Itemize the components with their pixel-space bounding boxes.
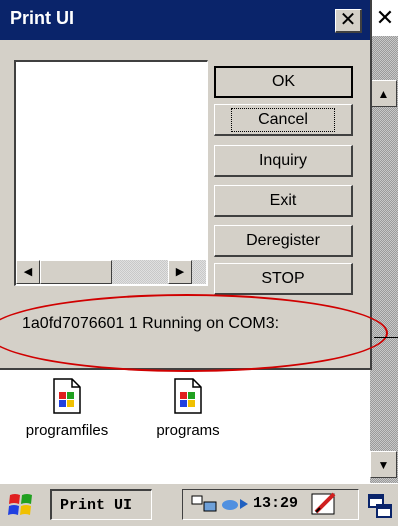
pen-input-icon[interactable]	[310, 490, 338, 518]
desktop-icon-programs[interactable]: programs	[133, 378, 243, 439]
connection-arrow-icon[interactable]	[220, 494, 250, 514]
output-listbox[interactable]	[14, 60, 208, 286]
inquiry-button[interactable]: Inquiry	[214, 145, 353, 177]
windows-flag-icon	[8, 494, 32, 515]
dialog-title: Print UI	[10, 8, 75, 28]
network-icon[interactable]	[190, 494, 218, 514]
title-bar[interactable]: Print UI ✕	[0, 0, 370, 40]
scroll-thumb[interactable]	[40, 260, 112, 284]
deregister-button-label: Deregister	[246, 231, 320, 249]
scroll-up-icon: ▲	[377, 86, 390, 101]
scroll-left-button[interactable]: ◀	[16, 260, 40, 284]
program-file-icon	[52, 378, 82, 414]
taskbar-task-print-ui[interactable]: Print UI	[50, 489, 152, 520]
cancel-button[interactable]: Cancel	[214, 104, 353, 136]
exit-button-label: Exit	[269, 191, 297, 209]
scroll-right-button[interactable]: ▶	[168, 260, 192, 284]
ok-button-label: OK	[271, 73, 296, 90]
inquiry-button-label: Inquiry	[258, 151, 308, 169]
scroll-left-icon: ◀	[23, 266, 33, 278]
desktop-icon-programfiles[interactable]: programfiles	[12, 378, 122, 439]
exit-button[interactable]: Exit	[214, 185, 353, 217]
start-button[interactable]	[6, 491, 36, 519]
ok-button[interactable]: OK	[214, 66, 353, 98]
horizontal-scrollbar[interactable]: ◀ ▶	[16, 260, 206, 284]
annotation-ellipse	[0, 294, 388, 372]
stop-button-label: STOP	[261, 269, 305, 287]
close-button[interactable]: ✕	[335, 9, 362, 33]
scroll-down-button[interactable]: ▼	[370, 451, 397, 478]
annotation-pointer-line	[374, 337, 398, 338]
program-file-icon	[173, 378, 203, 414]
close-icon: ✕	[375, 5, 395, 30]
taskbar-task-label: Print UI	[60, 496, 133, 514]
cancel-button-label: Cancel	[231, 107, 335, 132]
scroll-up-button[interactable]: ▲	[370, 80, 397, 107]
scroll-down-icon: ▼	[377, 457, 390, 472]
scroll-right-icon: ▶	[175, 266, 185, 278]
stop-button[interactable]: STOP	[214, 263, 353, 295]
deregister-button[interactable]: Deregister	[214, 225, 353, 257]
clock[interactable]: 13:29	[253, 495, 298, 512]
switch-window-icon[interactable]	[366, 492, 394, 520]
taskbar: Print UI 13:29	[0, 483, 398, 526]
desktop-icon-label: programfiles	[25, 422, 109, 439]
background-close-button[interactable]: ✕	[370, 0, 398, 36]
desktop-icon-label: programs	[156, 422, 220, 439]
close-icon: ✕	[339, 9, 357, 31]
